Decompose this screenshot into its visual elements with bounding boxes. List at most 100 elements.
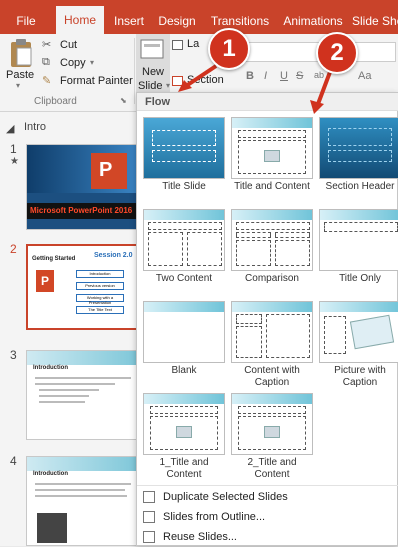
- layout-blank[interactable]: [143, 301, 225, 363]
- format-painter-button[interactable]: ✎ Format Painter: [42, 74, 134, 90]
- placeholder: [187, 232, 222, 266]
- layout-1-title-and-content[interactable]: [143, 393, 225, 455]
- slide-number: 2: [10, 242, 17, 256]
- slide-header-wave: [320, 210, 398, 220]
- reuse-slides-item[interactable]: Reuse Slides...: [137, 527, 398, 547]
- layout-caption: Title Only: [339, 273, 381, 284]
- list-item: The Title Text: [76, 306, 124, 314]
- slide-thumbnail-2[interactable]: Getting Started Session 2.0 P Introducti…: [26, 244, 140, 330]
- list-item: Working with a Presentation: [76, 294, 124, 305]
- text-line: [39, 395, 89, 397]
- ribbon-tab-bar: File Home Insert Design Transitions Anim…: [0, 0, 398, 34]
- new-slide-button[interactable]: New Slide: [136, 34, 170, 96]
- tab-home[interactable]: Home: [56, 6, 104, 34]
- slide-thumbnail-3[interactable]: Introduction: [26, 350, 140, 440]
- cut-button[interactable]: ✂ Cut: [42, 38, 102, 54]
- cut-label: Cut: [60, 39, 78, 51]
- italic-button[interactable]: I: [264, 70, 267, 82]
- new-slide-label-2: Slide: [138, 80, 163, 92]
- paste-button[interactable]: Paste ▾: [4, 36, 38, 92]
- list-item: Introduction: [76, 270, 124, 278]
- copy-dropdown-icon[interactable]: ▾: [90, 58, 94, 67]
- new-slide-label: New: [142, 66, 165, 78]
- slide-number: 3: [10, 348, 17, 362]
- powerpoint-logo-icon: P: [36, 270, 54, 292]
- change-case-button[interactable]: Aa: [358, 70, 371, 82]
- layout-two-content[interactable]: [143, 209, 225, 271]
- slide-header-wave: [320, 302, 398, 312]
- placeholder: [275, 240, 310, 266]
- placeholder: [238, 406, 306, 414]
- gallery-heading: Flow: [137, 93, 398, 111]
- reuse-slides-icon: [143, 531, 155, 543]
- layout-caption: Content: [254, 469, 290, 480]
- text-line: [35, 495, 127, 497]
- slide-header-wave: [232, 302, 312, 312]
- layout-content-with-caption[interactable]: [231, 301, 313, 363]
- layout-gallery: Flow Title Slide Title and Content Secti…: [136, 92, 398, 546]
- placeholder: [236, 232, 271, 238]
- strikethrough-button[interactable]: S: [296, 70, 303, 82]
- placeholder: [275, 232, 310, 238]
- section-collapse-icon[interactable]: ◢: [6, 122, 14, 135]
- tab-animations[interactable]: Animations: [280, 8, 346, 34]
- layout-button[interactable]: La: [172, 38, 212, 52]
- text-line: [35, 377, 131, 379]
- text-line: [35, 489, 125, 491]
- tab-transitions[interactable]: Transitions: [206, 8, 274, 34]
- layout-picture-with-caption[interactable]: [319, 301, 398, 363]
- new-slide-icon: [140, 39, 164, 59]
- layout-caption: Content: [166, 469, 202, 480]
- placeholder: [236, 222, 310, 230]
- tab-slide-show[interactable]: Slide Sho: [352, 8, 398, 34]
- placeholder: [148, 232, 183, 266]
- bold-button[interactable]: B: [246, 70, 254, 82]
- slide-subtitle-text: Session 2.0: [94, 252, 133, 259]
- copy-button[interactable]: ⧉ Copy ▾: [42, 56, 102, 72]
- layout-caption: Caption: [254, 377, 290, 388]
- placeholder: [150, 406, 218, 414]
- slide-header-wave: [232, 394, 312, 404]
- slide-thumbnail-1[interactable]: P Microsoft PowerPoint 2016: [26, 144, 140, 230]
- duplicate-selected-slides-item[interactable]: Duplicate Selected Slides: [137, 487, 398, 507]
- tab-file[interactable]: File: [6, 8, 46, 34]
- tab-design[interactable]: Design: [154, 8, 200, 34]
- tab-insert[interactable]: Insert: [108, 8, 150, 34]
- section-label-intro[interactable]: Intro: [24, 121, 46, 133]
- slide-header-wave: [144, 302, 224, 312]
- clipboard-launcher-icon[interactable]: ⬊: [120, 96, 127, 105]
- copy-label: Copy: [60, 57, 86, 69]
- new-slide-dropdown-icon[interactable]: ▾: [166, 81, 170, 90]
- slide-thumbnail-4[interactable]: Introduction: [26, 456, 140, 546]
- placeholder: [236, 326, 262, 358]
- underline-button[interactable]: U: [280, 70, 288, 82]
- paste-label: Paste: [6, 69, 35, 81]
- paste-dropdown-icon[interactable]: ▾: [16, 81, 20, 90]
- callout-badge-2: 2: [316, 32, 358, 74]
- layout-label: La: [187, 38, 200, 50]
- slide-image: [37, 513, 67, 543]
- layout-caption: Section Header: [325, 181, 395, 192]
- layout-caption: Picture with: [334, 365, 386, 376]
- slide-header-wave: [144, 394, 224, 404]
- section-button[interactable]: Section: [172, 74, 226, 88]
- content-icons: [264, 150, 280, 162]
- format-painter-label: Format Painter: [60, 75, 133, 87]
- content-icons: [176, 426, 192, 438]
- slide-thumbnail-pane[interactable]: ◢ Intro 1 ★ P Microsoft PowerPoint 2016 …: [0, 112, 140, 546]
- menu-item-label: Duplicate Selected Slides: [163, 491, 288, 503]
- layout-title-slide[interactable]: [143, 117, 225, 179]
- slide-title-text: Introduction: [33, 365, 68, 371]
- slides-from-outline-item[interactable]: Slides from Outline...: [137, 507, 398, 527]
- layout-comparison[interactable]: [231, 209, 313, 271]
- scissors-icon: ✂: [42, 39, 52, 51]
- layout-title-only[interactable]: [319, 209, 398, 271]
- shadow-button[interactable]: ab: [314, 70, 324, 80]
- text-line: [35, 483, 131, 485]
- layout-section-header[interactable]: [319, 117, 398, 179]
- layout-title-and-content[interactable]: [231, 117, 313, 179]
- layout-2-title-and-content[interactable]: [231, 393, 313, 455]
- callout-badge-1: 1: [208, 28, 250, 70]
- placeholder: [152, 130, 216, 146]
- transition-star-icon: ★: [10, 156, 19, 167]
